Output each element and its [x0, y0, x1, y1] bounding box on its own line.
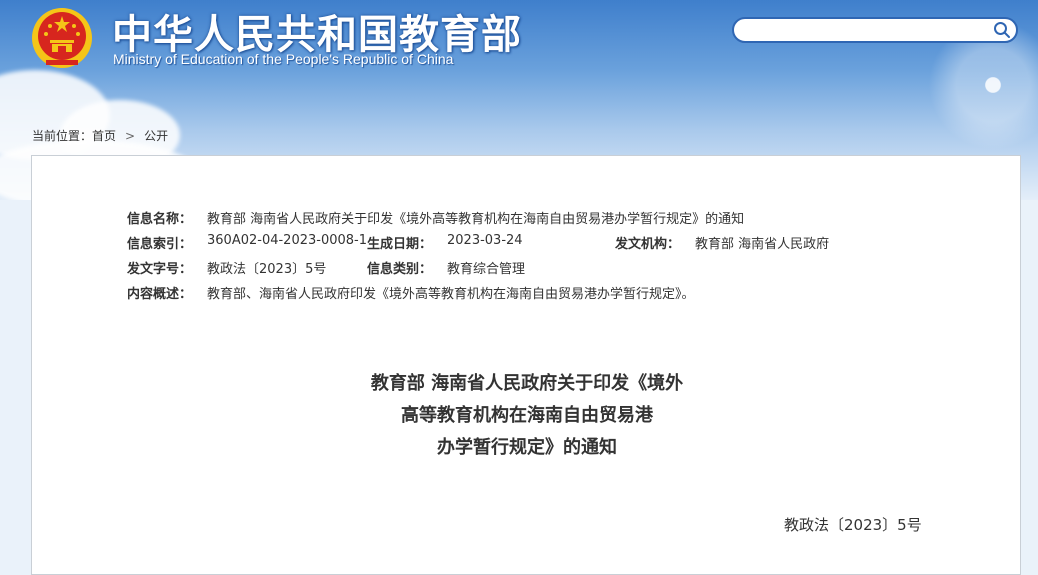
- meta-label-type: 信息类别：: [367, 262, 433, 277]
- search-input[interactable]: [746, 21, 990, 41]
- content-panel: 信息名称： 教育部 海南省人民政府关于印发《境外高等教育机构在海南自由贸易港办学…: [31, 155, 1021, 575]
- meta-value-docno: 教政法〔2023〕5号: [207, 262, 327, 277]
- metadata-table: 信息名称： 教育部 海南省人民政府关于印发《境外高等教育机构在海南自由贸易港办学…: [127, 208, 927, 308]
- meta-row-name: 信息名称： 教育部 海南省人民政府关于印发《境外高等教育机构在海南自由贸易港办学…: [127, 208, 927, 233]
- meta-value-index: 360A02-04-2023-0008-1: [207, 233, 367, 248]
- breadcrumb-public[interactable]: 公开: [144, 129, 168, 143]
- meta-value-name: 教育部 海南省人民政府关于印发《境外高等教育机构在海南自由贸易港办学暂行规定》的…: [207, 212, 745, 227]
- search-icon[interactable]: [993, 21, 1011, 39]
- breadcrumb-separator: >: [125, 129, 136, 143]
- site-title-en: Ministry of Education of the People's Re…: [113, 51, 454, 67]
- meta-value-type: 教育综合管理: [447, 262, 526, 277]
- national-emblem-icon: [32, 8, 92, 68]
- meta-label-name: 信息名称：: [127, 212, 193, 227]
- meta-label-summary: 内容概述：: [127, 287, 193, 302]
- document-number: 教政法〔2023〕5号: [784, 516, 922, 534]
- meta-label-org: 发文机构：: [615, 237, 681, 252]
- meta-label-docno: 发文字号：: [127, 262, 193, 277]
- meta-label-index: 信息索引：: [127, 237, 193, 252]
- breadcrumb-prefix: 当前位置：: [32, 129, 93, 143]
- document-title-line: 高等教育机构在海南自由贸易港: [401, 405, 653, 426]
- meta-row-index: 信息索引： 360A02-04-2023-0008-1 生成日期： 2023-0…: [127, 233, 927, 258]
- meta-value-org: 教育部 海南省人民政府: [695, 237, 830, 252]
- meta-value-date: 2023-03-24: [447, 233, 523, 248]
- document-title-line: 教育部 海南省人民政府关于印发《境外: [370, 373, 684, 394]
- meta-row-summary: 内容概述： 教育部、海南省人民政府印发《境外高等教育机构在海南自由贸易港办学暂行…: [127, 283, 927, 308]
- document-title: 教育部 海南省人民政府关于印发《境外 高等教育机构在海南自由贸易港 办学暂行规定…: [32, 368, 1022, 464]
- search-box: [732, 17, 1018, 43]
- breadcrumb-home[interactable]: 首页: [92, 129, 116, 143]
- breadcrumb: 当前位置：首页 > 公开: [32, 127, 168, 144]
- meta-value-summary: 教育部、海南省人民政府印发《境外高等教育机构在海南自由贸易港办学暂行规定》。: [207, 287, 695, 302]
- document-title-line: 办学暂行规定》的通知: [437, 437, 617, 458]
- meta-label-date: 生成日期：: [367, 237, 433, 252]
- meta-row-docno: 发文字号： 教政法〔2023〕5号 信息类别： 教育综合管理: [127, 258, 927, 283]
